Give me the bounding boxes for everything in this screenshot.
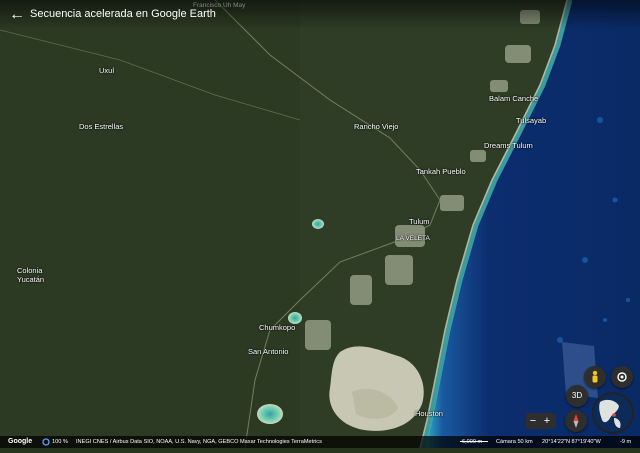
place-label-tankah-pueblo[interactable]: Tankah Pueblo — [416, 167, 466, 176]
elevation: -9 m — [620, 439, 632, 445]
status-bar: Google 100 % INEGI CNES / Airbus Data SI… — [0, 436, 640, 448]
crosshair-icon — [617, 372, 627, 382]
place-label-san-antonio[interactable]: San Antonio — [248, 347, 288, 356]
google-logo: Google — [8, 438, 33, 445]
place-label-rancho-viejo[interactable]: Rancho Viejo — [354, 122, 398, 131]
place-label-chumkopo[interactable]: Chumkopo — [259, 323, 295, 332]
satellite-map[interactable] — [0, 0, 640, 448]
place-label-faint: Francisco Uh May — [193, 2, 246, 9]
place-label-tulsayab[interactable]: Tulsayab — [516, 116, 546, 125]
coordinates: 20°14'22"N 87°19'40"W — [542, 439, 601, 445]
pegman-icon — [592, 370, 598, 383]
page-title: Secuencia acelerada en Google Earth — [30, 8, 216, 20]
cenote-south — [257, 404, 283, 424]
place-label-dos-estrellas[interactable]: Dos Estrellas — [79, 122, 123, 131]
place-label-dreams-tulum[interactable]: Dreams Tulum — [484, 141, 533, 150]
street-view-button[interactable] — [584, 366, 606, 388]
place-label-balam-canche[interactable]: Balam Canche — [489, 94, 538, 103]
globe-minimap[interactable] — [594, 394, 632, 432]
compass-icon — [573, 414, 579, 428]
imagery-credits[interactable]: INEGI CNES / Airbus Data SIO, NOAA, U.S.… — [76, 436, 322, 448]
back-arrow-icon[interactable]: ← — [8, 6, 26, 24]
globe-icon — [594, 394, 632, 432]
compass-button[interactable] — [565, 410, 587, 432]
top-bar: ← Secuencia acelerada en Google Earth — [0, 0, 640, 30]
place-label-tulum[interactable]: Tulum — [409, 217, 430, 226]
toggle-3d-button[interactable]: 3D — [566, 385, 588, 407]
scale-label: 6,000 m — [462, 439, 483, 445]
scale-bar — [460, 441, 488, 442]
zoom-in-button[interactable]: + — [540, 413, 554, 429]
zoom-control[interactable]: − + — [526, 413, 556, 429]
location-button[interactable] — [611, 366, 633, 388]
place-label-la-veleta[interactable]: LA VELETA — [396, 235, 430, 242]
cenote-north — [312, 219, 324, 229]
camera-altitude: Cámara 50 km — [496, 439, 533, 445]
zoom-percent: 100 % — [52, 439, 68, 445]
progress-ring-icon — [42, 438, 50, 446]
place-label-colonia-yucatan[interactable]: Colonia Yucatán — [17, 266, 57, 284]
zoom-out-button[interactable]: − — [526, 413, 540, 429]
place-label-uxul[interactable]: Uxul — [99, 66, 114, 75]
loading-icon — [41, 436, 51, 453]
place-label-houston[interactable]: Houston — [415, 409, 443, 418]
